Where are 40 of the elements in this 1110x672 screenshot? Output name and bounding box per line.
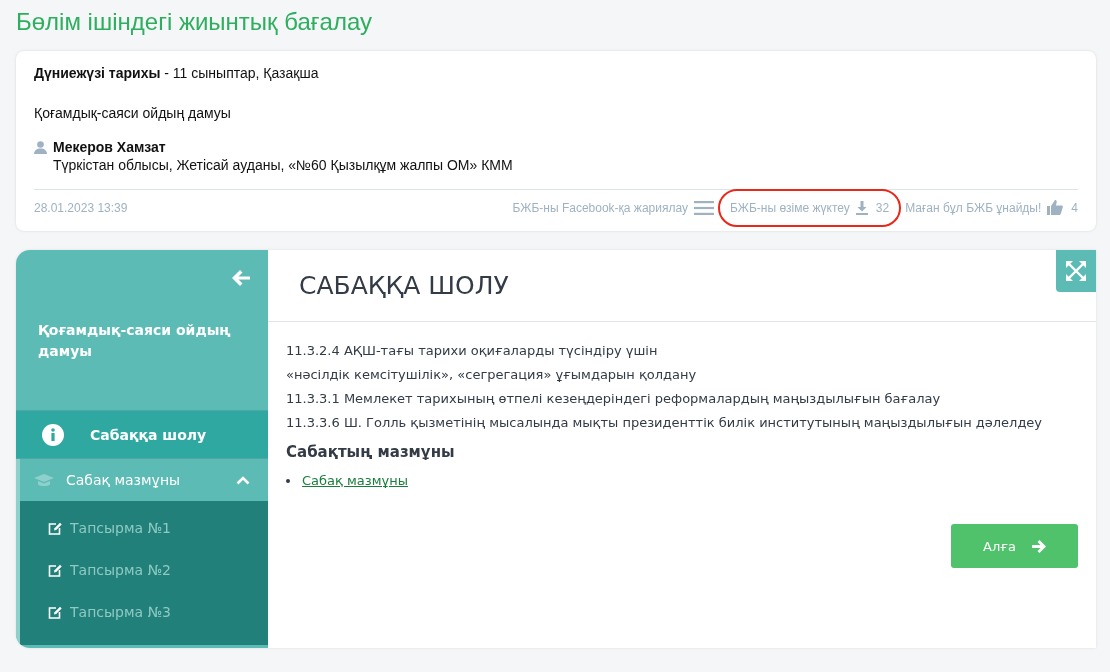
page-title: Бөлім ішіндегі жиынтық бағалау: [16, 8, 372, 36]
arrow-right-icon: [1031, 539, 1046, 553]
edit-icon: [48, 563, 62, 577]
edit-icon: [48, 605, 62, 619]
info-icon: [42, 423, 64, 446]
count: 4: [1071, 200, 1078, 215]
count: 32: [875, 200, 890, 215]
task-item[interactable]: Тапсырма №1: [20, 507, 268, 549]
sidebar-section[interactable]: Сабақ мазмұны: [20, 459, 268, 501]
chevron-up-icon: [236, 475, 250, 485]
task-item[interactable]: Тапсырма №2: [20, 549, 268, 591]
action-link[interactable]: Маған бұл БЖБ ұнайды!: [905, 200, 1042, 215]
objective-text: «нәсілдік кемсітушілік», «сегрегация» ұғымдарын қолдану: [286, 366, 698, 384]
topic-text: Қоғамдық-саяси ойдың дамуы: [34, 105, 232, 121]
task-item[interactable]: Тапсырма №3: [20, 591, 268, 633]
graduation-cap-icon: [34, 473, 54, 487]
back-arrow-icon[interactable]: [232, 270, 250, 286]
content-subheading: Сабақтың мазмұны: [286, 443, 456, 461]
action-link[interactable]: БЖБ-ны өзіме жүктеу: [729, 200, 850, 215]
date-text: 28.01.2023 13:39: [34, 200, 129, 215]
expand-icon: [1066, 261, 1086, 281]
expand-button[interactable]: [1056, 250, 1096, 292]
section-heading: САБАҚҚА ШОЛУ: [299, 271, 509, 300]
objective-text: 11.3.3.6 Ш. Голль қызметінің мысалында мықты президенттік билік институтының маңыздылығын дәлелдеу: [286, 414, 1044, 432]
user-icon: [34, 141, 47, 154]
sidebar-title: Қоғамдық-саяси ойдың дамуы: [38, 321, 232, 361]
author-name: Мекеров Хамзат: [53, 139, 167, 155]
edit-icon: [48, 521, 62, 535]
sidebar-item[interactable]: Сабаққа шолу: [16, 411, 268, 459]
author-school: Түркістан облысы, Жетісай ауданы, «№60 Қызылқұм жалпы ОМ» КММ: [53, 157, 513, 173]
bullet-icon: [286, 478, 290, 483]
action-link[interactable]: БЖБ-ны Facebook-қа жариялау: [512, 200, 688, 215]
objective-text: 11.3.2.4 АҚШ-тағы тарихи оқиғаларды түсіндіру үшін: [286, 342, 659, 360]
menu-icon: [693, 200, 714, 215]
download-icon: [855, 200, 868, 215]
objective-text: 11.3.3.1 Мемлекет тарихының өтпелі кезеңдеріндегі реформалардың маңыздылығын бағалау: [286, 390, 942, 408]
content-link[interactable]: Сабақ мазмұны: [302, 473, 408, 488]
next-button[interactable]: Алға: [951, 524, 1078, 568]
subject-line: Дүниежүзі тарихы - 11 сыныптар, Қазақша: [34, 65, 320, 81]
thumbs-up-icon: [1047, 200, 1064, 215]
